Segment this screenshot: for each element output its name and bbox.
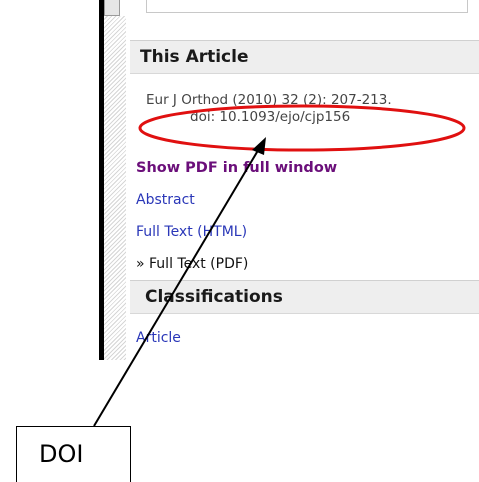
hatched-gutter: [104, 16, 126, 360]
this-article-title: This Article: [140, 47, 249, 67]
classifications-title: Classifications: [145, 287, 283, 307]
doi-callout-label: DOI: [39, 440, 84, 468]
classifications-header: Classifications: [130, 280, 479, 314]
scroll-tab[interactable]: [104, 0, 120, 16]
citation-journal: Eur J Orthod (2010) 32 (2): 207-213.: [146, 92, 392, 108]
full-text-pdf-current: » Full Text (PDF): [136, 256, 249, 272]
show-pdf-full-window-link[interactable]: Show PDF in full window: [136, 160, 337, 176]
this-article-header: This Article: [130, 40, 479, 74]
article-classification-link[interactable]: Article: [136, 330, 181, 346]
full-text-html-link[interactable]: Full Text (HTML): [136, 224, 247, 240]
citation-doi: doi: 10.1093/ejo/cjp156: [190, 109, 351, 125]
doi-callout-box: DOI: [16, 426, 131, 482]
previous-box: [146, 0, 468, 13]
abstract-link[interactable]: Abstract: [136, 192, 195, 208]
screenshot-region: This Article Eur J Orthod (2010) 32 (2):…: [0, 0, 479, 360]
citation-block: Eur J Orthod (2010) 32 (2): 207-213. doi…: [146, 92, 466, 126]
